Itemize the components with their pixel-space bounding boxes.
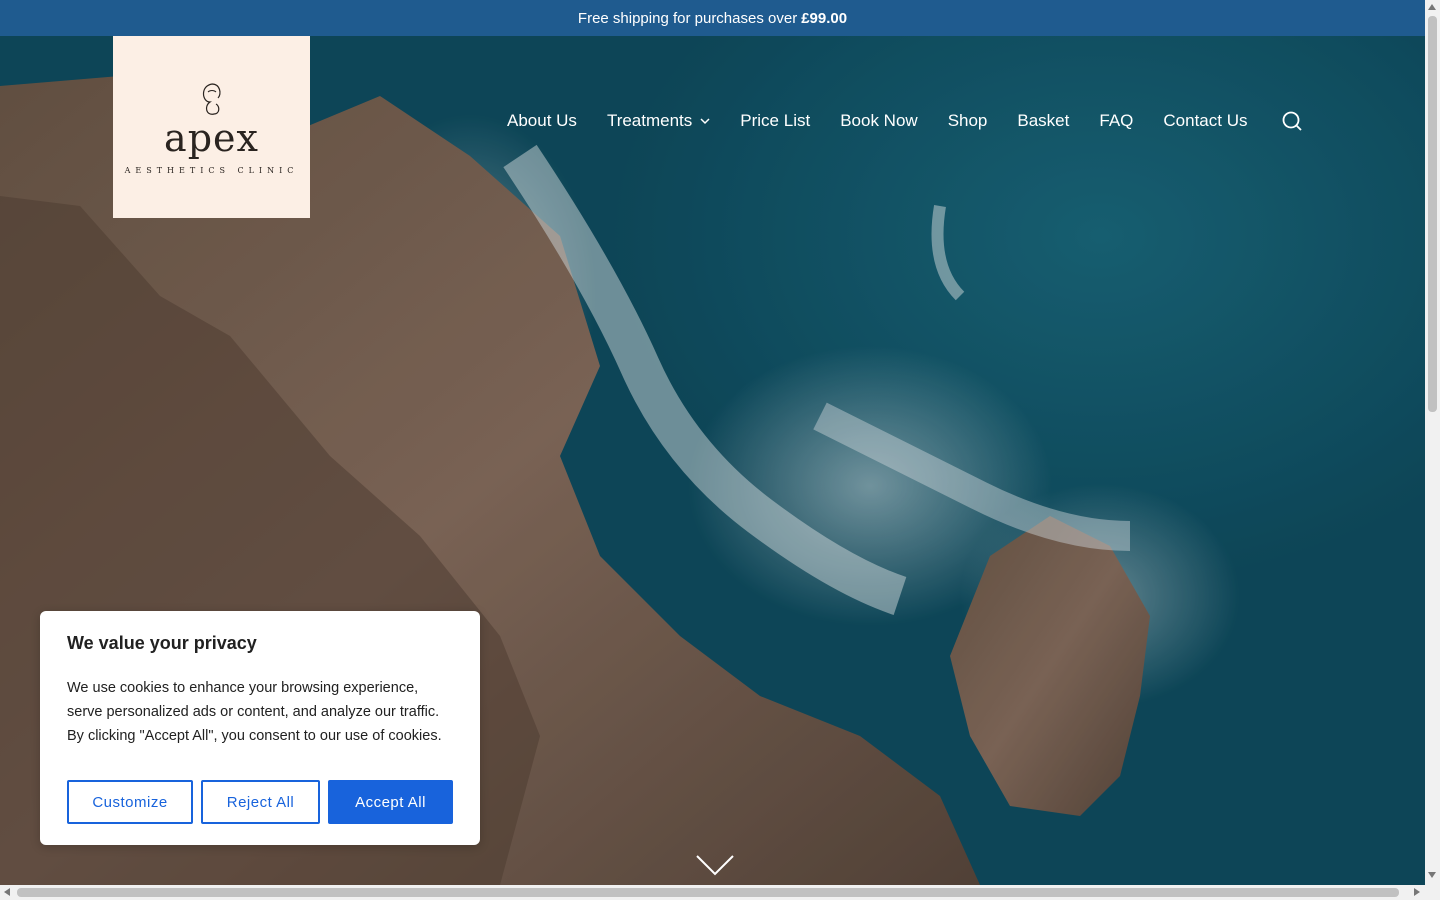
nav-price-list[interactable]: Price List xyxy=(740,111,810,131)
nav-shop[interactable]: Shop xyxy=(948,111,988,131)
nav-contact-us[interactable]: Contact Us xyxy=(1163,111,1247,131)
scroll-up-arrow-icon[interactable] xyxy=(1428,4,1436,10)
scroll-down-arrow-icon[interactable] xyxy=(1428,872,1436,878)
chevron-down-icon xyxy=(700,118,710,125)
site-logo[interactable]: apex AESTHETICS CLINIC xyxy=(113,36,310,218)
scroll-right-arrow-icon[interactable] xyxy=(1414,888,1420,896)
cookie-body: We use cookies to enhance your browsing … xyxy=(67,680,442,744)
vertical-scrollbar-thumb[interactable] xyxy=(1428,16,1437,412)
scroll-left-arrow-icon[interactable] xyxy=(4,888,10,896)
logo-wordmark: apex xyxy=(164,115,259,160)
accept-all-button[interactable]: Accept All xyxy=(328,780,453,824)
announcement-text: Free shipping for purchases over xyxy=(577,9,798,27)
reject-all-button[interactable]: Reject All xyxy=(201,780,320,824)
nav-treatments-label: Treatments xyxy=(606,111,693,130)
logo-subtitle: AESTHETICS CLINIC xyxy=(124,165,299,175)
main-navigation: About Us Treatments Price List Book Now … xyxy=(507,108,1303,134)
nav-basket[interactable]: Basket xyxy=(1017,111,1069,131)
search-icon[interactable] xyxy=(1281,110,1303,132)
vertical-scrollbar[interactable] xyxy=(1425,0,1440,885)
nav-treatments[interactable]: Treatments xyxy=(607,111,710,131)
nav-about-us[interactable]: About Us xyxy=(507,111,577,131)
announcement-bar: Free shipping for purchases over £99.00 xyxy=(0,0,1425,36)
customize-button[interactable]: Customize xyxy=(67,780,193,824)
nav-faq[interactable]: FAQ xyxy=(1099,111,1133,131)
cookie-actions: Customize Reject All Accept All xyxy=(67,780,461,824)
cookie-consent-banner: We value your privacy We use cookies to … xyxy=(40,611,480,845)
scroll-down-chevron-icon[interactable] xyxy=(695,853,735,877)
announcement-amount: £99.00 xyxy=(801,9,848,27)
horizontal-scrollbar[interactable] xyxy=(0,885,1440,900)
cookie-title: We value your privacy xyxy=(67,633,257,653)
nav-book-now[interactable]: Book Now xyxy=(840,111,917,131)
horizontal-scrollbar-thumb[interactable] xyxy=(17,888,1399,897)
